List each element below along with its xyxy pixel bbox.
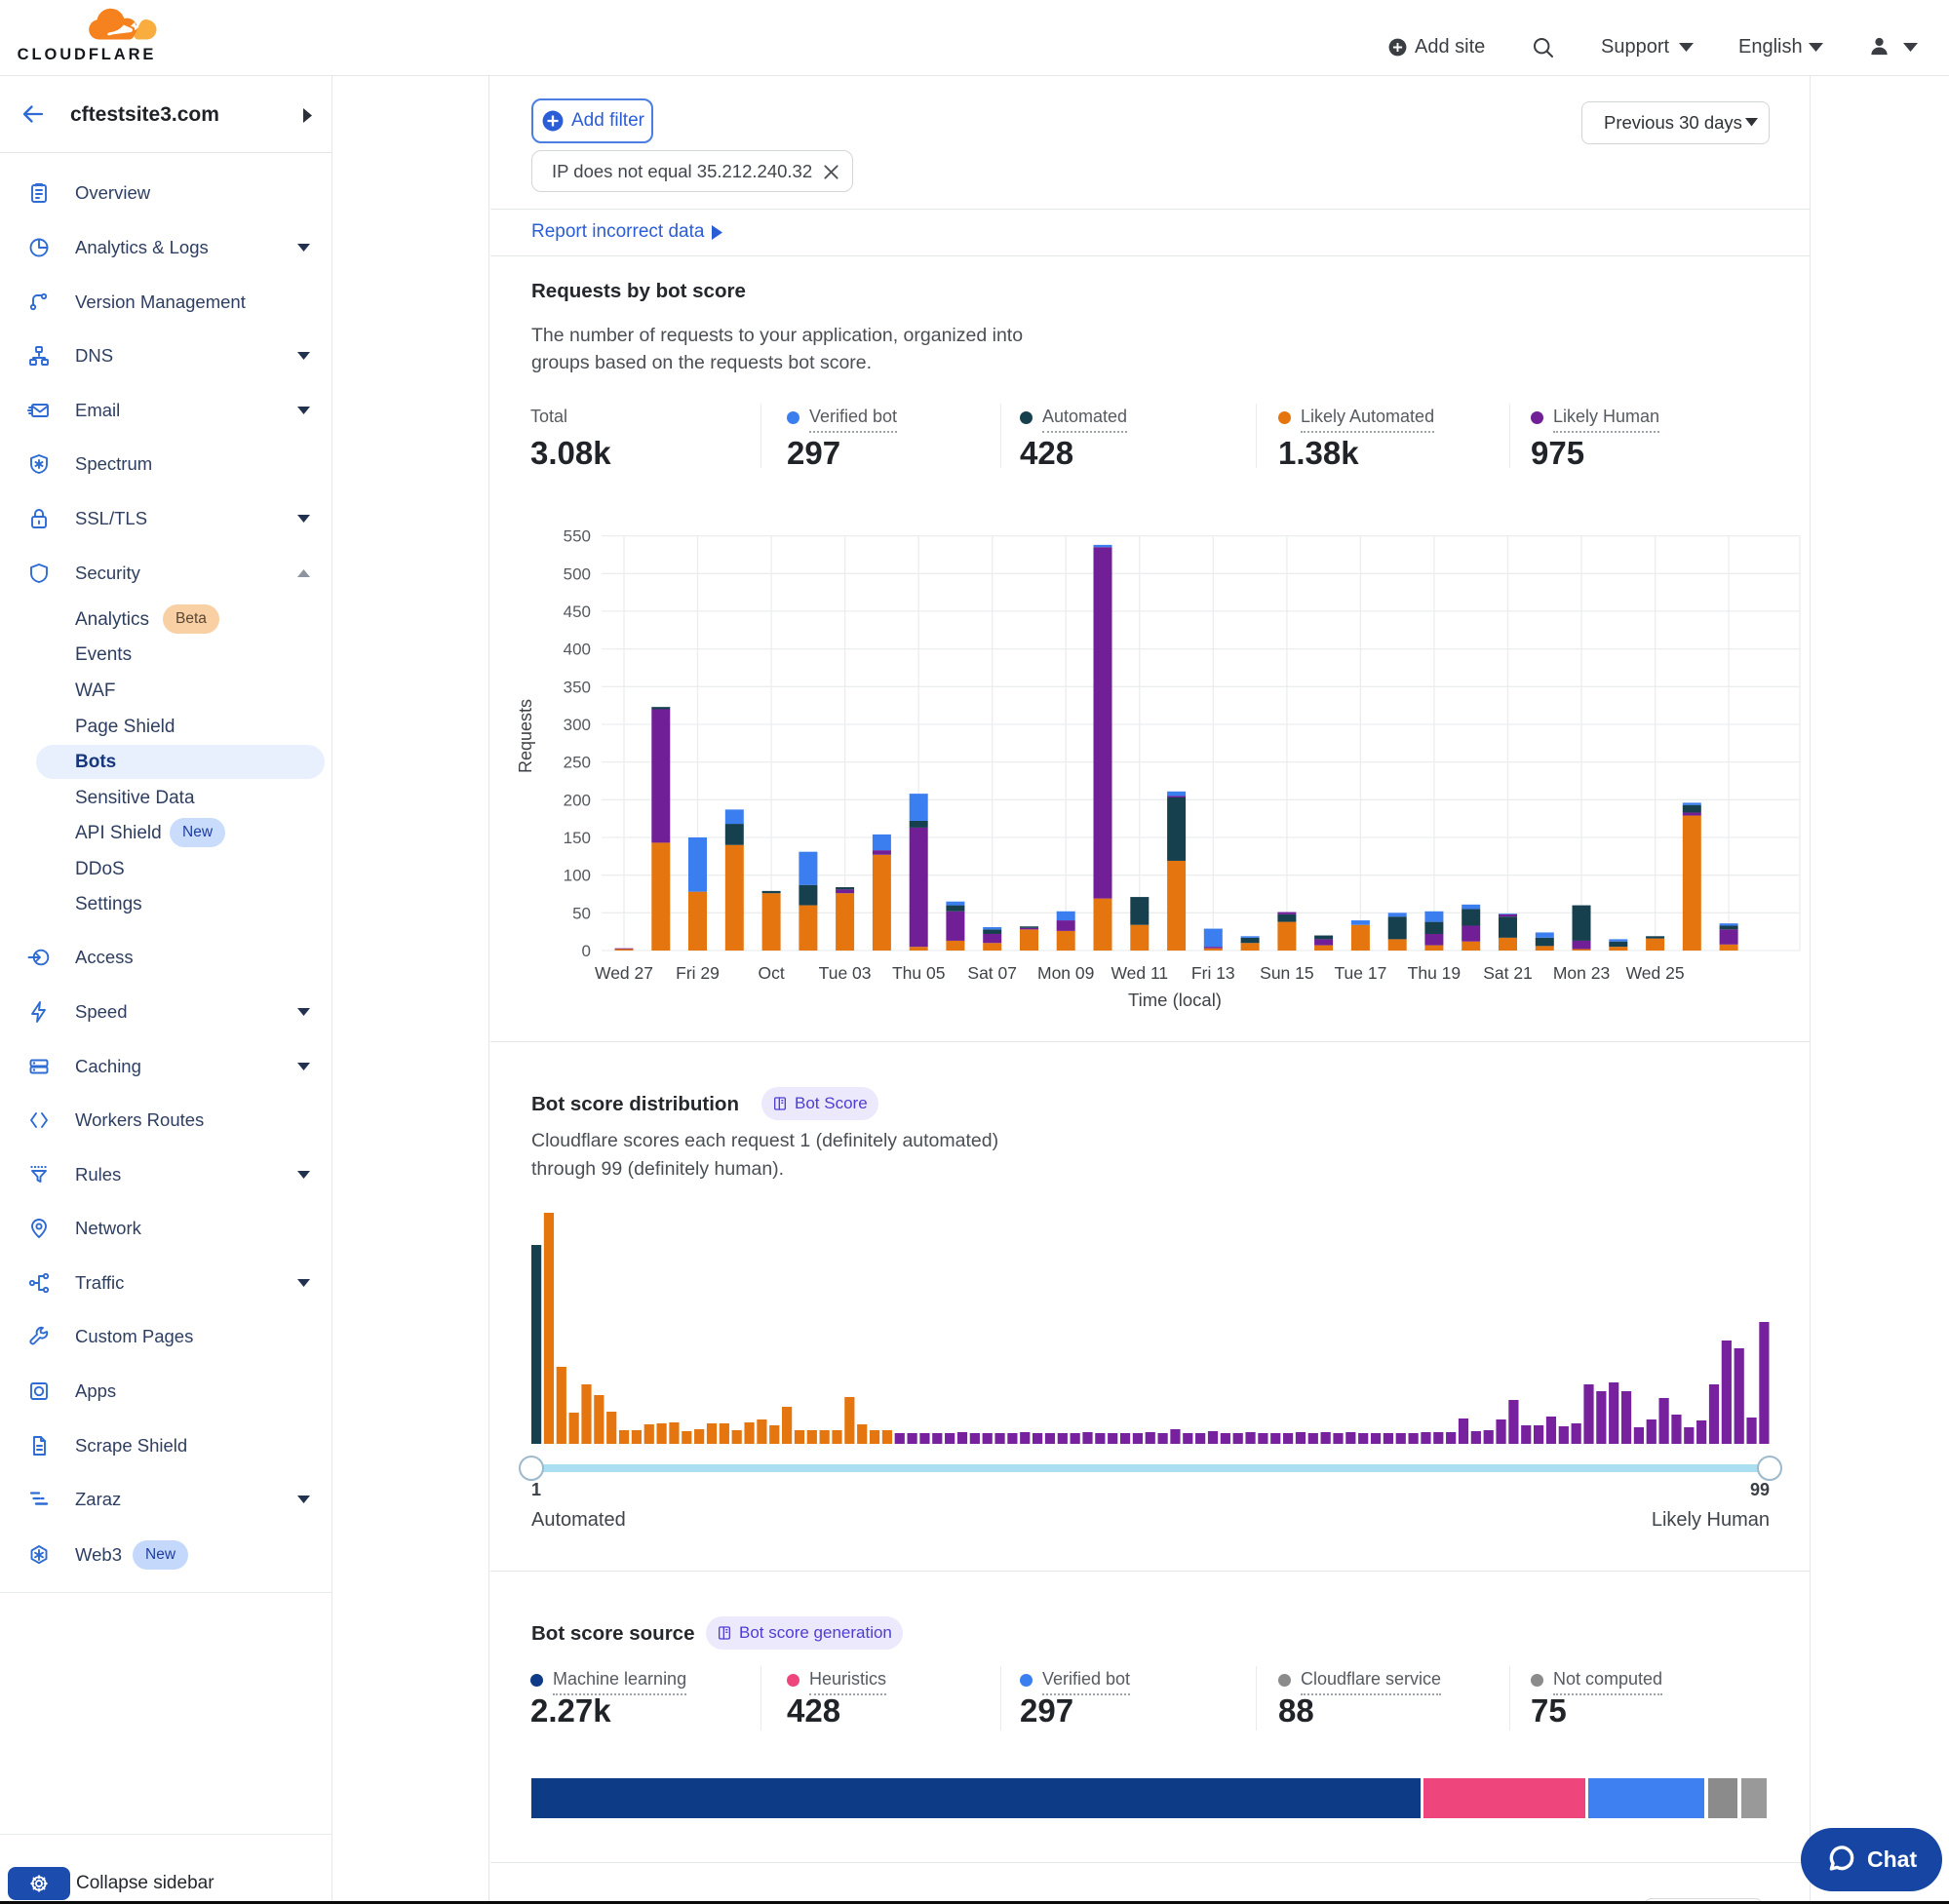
svg-text:Sun 15: Sun 15 xyxy=(1260,963,1313,983)
svg-text:Time (local): Time (local) xyxy=(1128,990,1222,1010)
svg-text:550: 550 xyxy=(564,527,591,546)
svg-text:150: 150 xyxy=(564,829,591,847)
svg-text:Tue 03: Tue 03 xyxy=(819,963,872,983)
svg-text:500: 500 xyxy=(564,564,591,583)
svg-text:Mon 09: Mon 09 xyxy=(1037,963,1094,983)
svg-text:Sat 07: Sat 07 xyxy=(967,963,1017,983)
svg-text:100: 100 xyxy=(564,867,591,885)
svg-text:Wed 27: Wed 27 xyxy=(595,963,653,983)
svg-text:Tue 17: Tue 17 xyxy=(1334,963,1386,983)
svg-text:Wed 25: Wed 25 xyxy=(1626,963,1685,983)
svg-text:Thu 05: Thu 05 xyxy=(892,963,945,983)
svg-text:Requests: Requests xyxy=(516,699,535,773)
svg-text:Fri 29: Fri 29 xyxy=(676,963,720,983)
svg-text:Sat 21: Sat 21 xyxy=(1483,963,1533,983)
svg-text:200: 200 xyxy=(564,791,591,809)
svg-text:50: 50 xyxy=(572,904,591,922)
svg-text:0: 0 xyxy=(582,942,591,960)
svg-text:300: 300 xyxy=(564,716,591,734)
svg-text:Oct: Oct xyxy=(758,963,784,983)
svg-text:250: 250 xyxy=(564,754,591,772)
svg-text:Mon 23: Mon 23 xyxy=(1553,963,1610,983)
svg-text:450: 450 xyxy=(564,602,591,621)
svg-text:Wed 11: Wed 11 xyxy=(1111,963,1168,983)
svg-text:400: 400 xyxy=(564,641,591,659)
svg-text:350: 350 xyxy=(564,678,591,696)
svg-text:Fri 13: Fri 13 xyxy=(1191,963,1235,983)
svg-text:Thu 19: Thu 19 xyxy=(1408,963,1461,983)
